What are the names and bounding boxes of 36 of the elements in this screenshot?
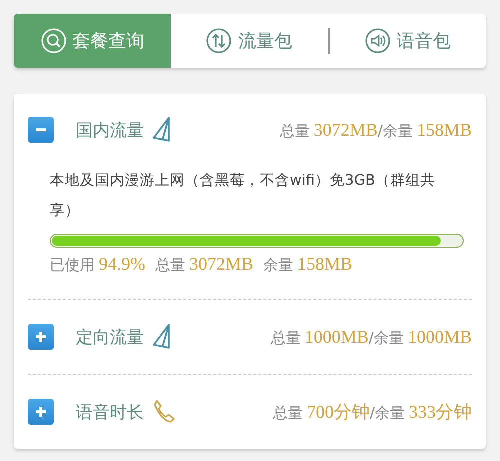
description-text: 本地及国内漫游上网（含黑莓，不含wifi）免3GB（群组共享） xyxy=(49,172,436,221)
amount-label: 总量 xyxy=(272,404,303,423)
amount-value: 1000MB xyxy=(406,326,472,348)
plus-icon xyxy=(35,406,47,418)
tab[interactable]: 语音包 xyxy=(330,14,486,68)
amount-value: 3072MB xyxy=(312,120,378,140)
paper-plane-icon xyxy=(152,324,172,350)
amount-value: 94.9% xyxy=(98,254,146,275)
amount-value: 158MB xyxy=(296,254,353,275)
section-title: 国内流量 xyxy=(76,120,144,142)
amount-label: /余量 xyxy=(378,122,413,140)
amount-value: 158MB xyxy=(416,120,472,140)
amount-value: 700分钟 xyxy=(306,401,370,424)
amount-label: 总量 xyxy=(270,328,301,348)
paper-plane-icon xyxy=(152,117,172,143)
arrows-icon xyxy=(206,28,232,54)
plus-icon xyxy=(35,331,47,343)
expand-button[interactable] xyxy=(28,324,54,350)
expand-button[interactable] xyxy=(28,399,54,425)
amount-label: 总量 xyxy=(156,256,186,275)
amount-label: /余量 xyxy=(368,328,404,348)
amount-label: 总量 xyxy=(280,122,310,140)
search-icon xyxy=(40,28,66,54)
amount-value: 1000MB xyxy=(304,326,369,348)
amount-value: 333分钟 xyxy=(408,401,472,424)
tab[interactable]: 套餐查询 xyxy=(14,14,171,68)
amount-label: 余量 xyxy=(264,256,294,275)
phone-icon xyxy=(152,399,176,425)
amount-label: 已使用 xyxy=(50,256,95,275)
section-title: 定向流量 xyxy=(76,326,144,348)
speaker-icon xyxy=(364,28,391,54)
collapse-button[interactable] xyxy=(28,117,54,143)
tab[interactable]: 流量包 xyxy=(171,14,328,68)
amount-value: 3072MB xyxy=(188,254,254,275)
amount-label: /余量 xyxy=(370,404,405,423)
section-title: 语音时长 xyxy=(76,402,144,424)
